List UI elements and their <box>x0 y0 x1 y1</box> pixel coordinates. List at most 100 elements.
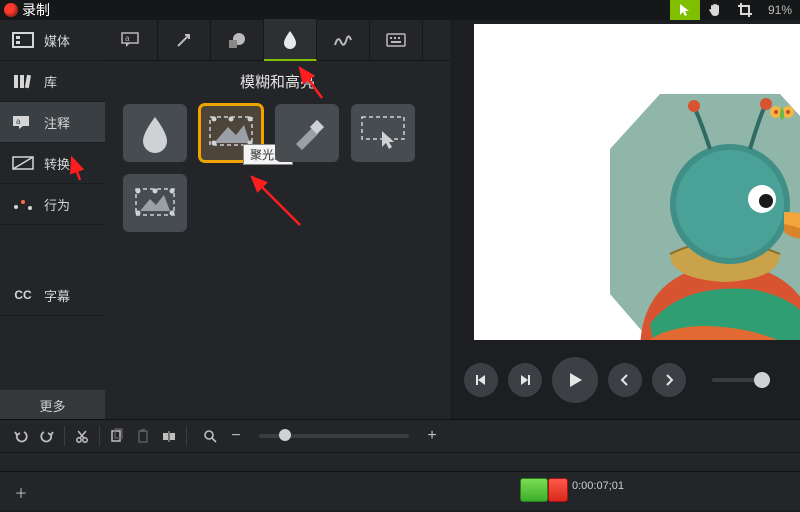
zoom-in-button[interactable]: + <box>419 423 445 449</box>
sidebar-item-library[interactable]: 库 <box>0 61 105 102</box>
sidebar-item-caption[interactable]: CC 字幕 <box>0 275 105 316</box>
tools-panel: a 模糊和高亮 聚光灯 <box>105 20 450 420</box>
next-clip-button[interactable] <box>652 363 686 397</box>
timeline-zoom: − + <box>197 423 445 449</box>
title-bar: 录制 91% <box>0 0 800 22</box>
tab-blur-highlight[interactable] <box>264 19 317 61</box>
sidebar-more-button[interactable]: 更多 <box>0 390 105 420</box>
next-frame-button[interactable] <box>508 363 542 397</box>
effect-interactive[interactable] <box>351 104 415 162</box>
zoom-level[interactable]: 91% <box>768 3 792 17</box>
record-label: 录制 <box>22 0 50 20</box>
sidebar: 媒体 库 a 注释 转换 行为 CC 字幕 更多 <box>0 20 105 420</box>
sidebar-item-label: 行为 <box>44 195 70 214</box>
callout-icon: a <box>121 32 141 48</box>
hand-icon <box>707 2 723 18</box>
tab-callout[interactable]: a <box>105 20 158 60</box>
caption-icon: CC <box>12 286 34 304</box>
tab-keyboard[interactable] <box>370 20 423 60</box>
sketch-icon <box>333 32 353 48</box>
clip-2[interactable] <box>548 478 568 502</box>
timeline: − + ＋ 0:00:07;01 <box>0 419 800 510</box>
keyboard-icon <box>386 33 406 47</box>
transition-icon <box>12 154 34 172</box>
crop-tool[interactable] <box>730 0 760 20</box>
zoom-slider[interactable] <box>259 434 409 438</box>
drop-icon <box>141 115 169 151</box>
track-header: ＋ <box>0 472 104 512</box>
preview-content <box>600 94 800 340</box>
sidebar-item-transition[interactable]: 转换 <box>0 143 105 184</box>
annotation-icon: a <box>12 113 34 131</box>
step-back-icon <box>474 373 488 387</box>
sidebar-item-media[interactable]: 媒体 <box>0 20 105 61</box>
play-slider[interactable] <box>712 378 770 382</box>
tab-shape[interactable] <box>211 20 264 60</box>
redo-button[interactable] <box>34 423 60 449</box>
effect-spotlight[interactable]: 聚光灯 <box>199 104 263 162</box>
sidebar-item-label: 库 <box>44 72 57 91</box>
sidebar-item-label: 注释 <box>44 113 70 132</box>
scissors-icon <box>75 429 89 443</box>
prev-clip-button[interactable] <box>608 363 642 397</box>
svg-text:a: a <box>16 117 21 126</box>
play-button[interactable] <box>552 357 598 403</box>
media-icon <box>12 31 34 49</box>
paste-icon <box>136 429 150 443</box>
effect-blur[interactable] <box>123 104 187 162</box>
copy-button[interactable] <box>104 423 130 449</box>
preview-area <box>450 20 800 420</box>
drop-icon <box>283 30 297 48</box>
chevron-left-icon <box>619 374 631 386</box>
chevron-right-icon <box>663 374 675 386</box>
crop-icon <box>738 3 752 17</box>
library-icon <box>12 72 34 90</box>
top-right-tools: 91% <box>670 0 800 20</box>
effect-highlight[interactable] <box>275 104 339 162</box>
sidebar-item-label: 媒体 <box>44 31 70 50</box>
arrow-icon <box>175 31 193 49</box>
zoom-knob[interactable] <box>279 429 291 441</box>
timeline-toolbar: − + <box>0 420 800 453</box>
undo-button[interactable] <box>8 423 34 449</box>
timeline-ruler[interactable] <box>0 453 800 472</box>
zoom-icon <box>197 423 223 449</box>
record-icon <box>4 3 18 17</box>
pointer-tool[interactable] <box>670 0 700 20</box>
timecode-label: 0:00:07;01 <box>572 480 624 492</box>
play-icon <box>566 371 584 389</box>
cut-button[interactable] <box>69 423 95 449</box>
record-button[interactable]: 录制 <box>4 0 50 20</box>
copy-icon <box>110 429 124 443</box>
shape-icon <box>228 31 246 49</box>
paste-button[interactable] <box>130 423 156 449</box>
effect-pixelate[interactable] <box>123 174 187 232</box>
undo-icon <box>14 429 28 443</box>
pixelate-icon <box>130 183 180 223</box>
interactive-icon <box>358 113 408 153</box>
section-title: 模糊和高亮 <box>105 71 450 92</box>
timeline-tracks[interactable]: ＋ 0:00:07;01 <box>0 472 800 512</box>
zoom-out-button[interactable]: − <box>223 423 249 449</box>
sidebar-item-label: 字幕 <box>44 286 70 305</box>
prev-frame-button[interactable] <box>464 363 498 397</box>
sidebar-item-label: 转换 <box>44 154 70 173</box>
tool-tabs: a <box>105 20 450 61</box>
redo-icon <box>40 429 54 443</box>
hand-tool[interactable] <box>700 0 730 20</box>
tab-sketch[interactable] <box>317 20 370 60</box>
behavior-icon <box>12 195 34 213</box>
effect-thumbnails: 聚光灯 <box>105 104 450 232</box>
highlighter-icon <box>290 116 324 150</box>
sidebar-item-behavior[interactable]: 行为 <box>0 184 105 225</box>
add-track-button[interactable]: ＋ <box>14 485 28 499</box>
svg-text:a: a <box>125 34 130 43</box>
preview-canvas[interactable] <box>474 24 800 340</box>
pointer-icon <box>678 3 692 17</box>
sidebar-item-annotation[interactable]: a 注释 <box>0 102 105 143</box>
playback-bar <box>450 340 800 420</box>
split-button[interactable] <box>156 423 182 449</box>
tab-arrow[interactable] <box>158 20 211 60</box>
clip-1[interactable] <box>520 478 548 502</box>
slider-knob[interactable] <box>754 372 770 388</box>
